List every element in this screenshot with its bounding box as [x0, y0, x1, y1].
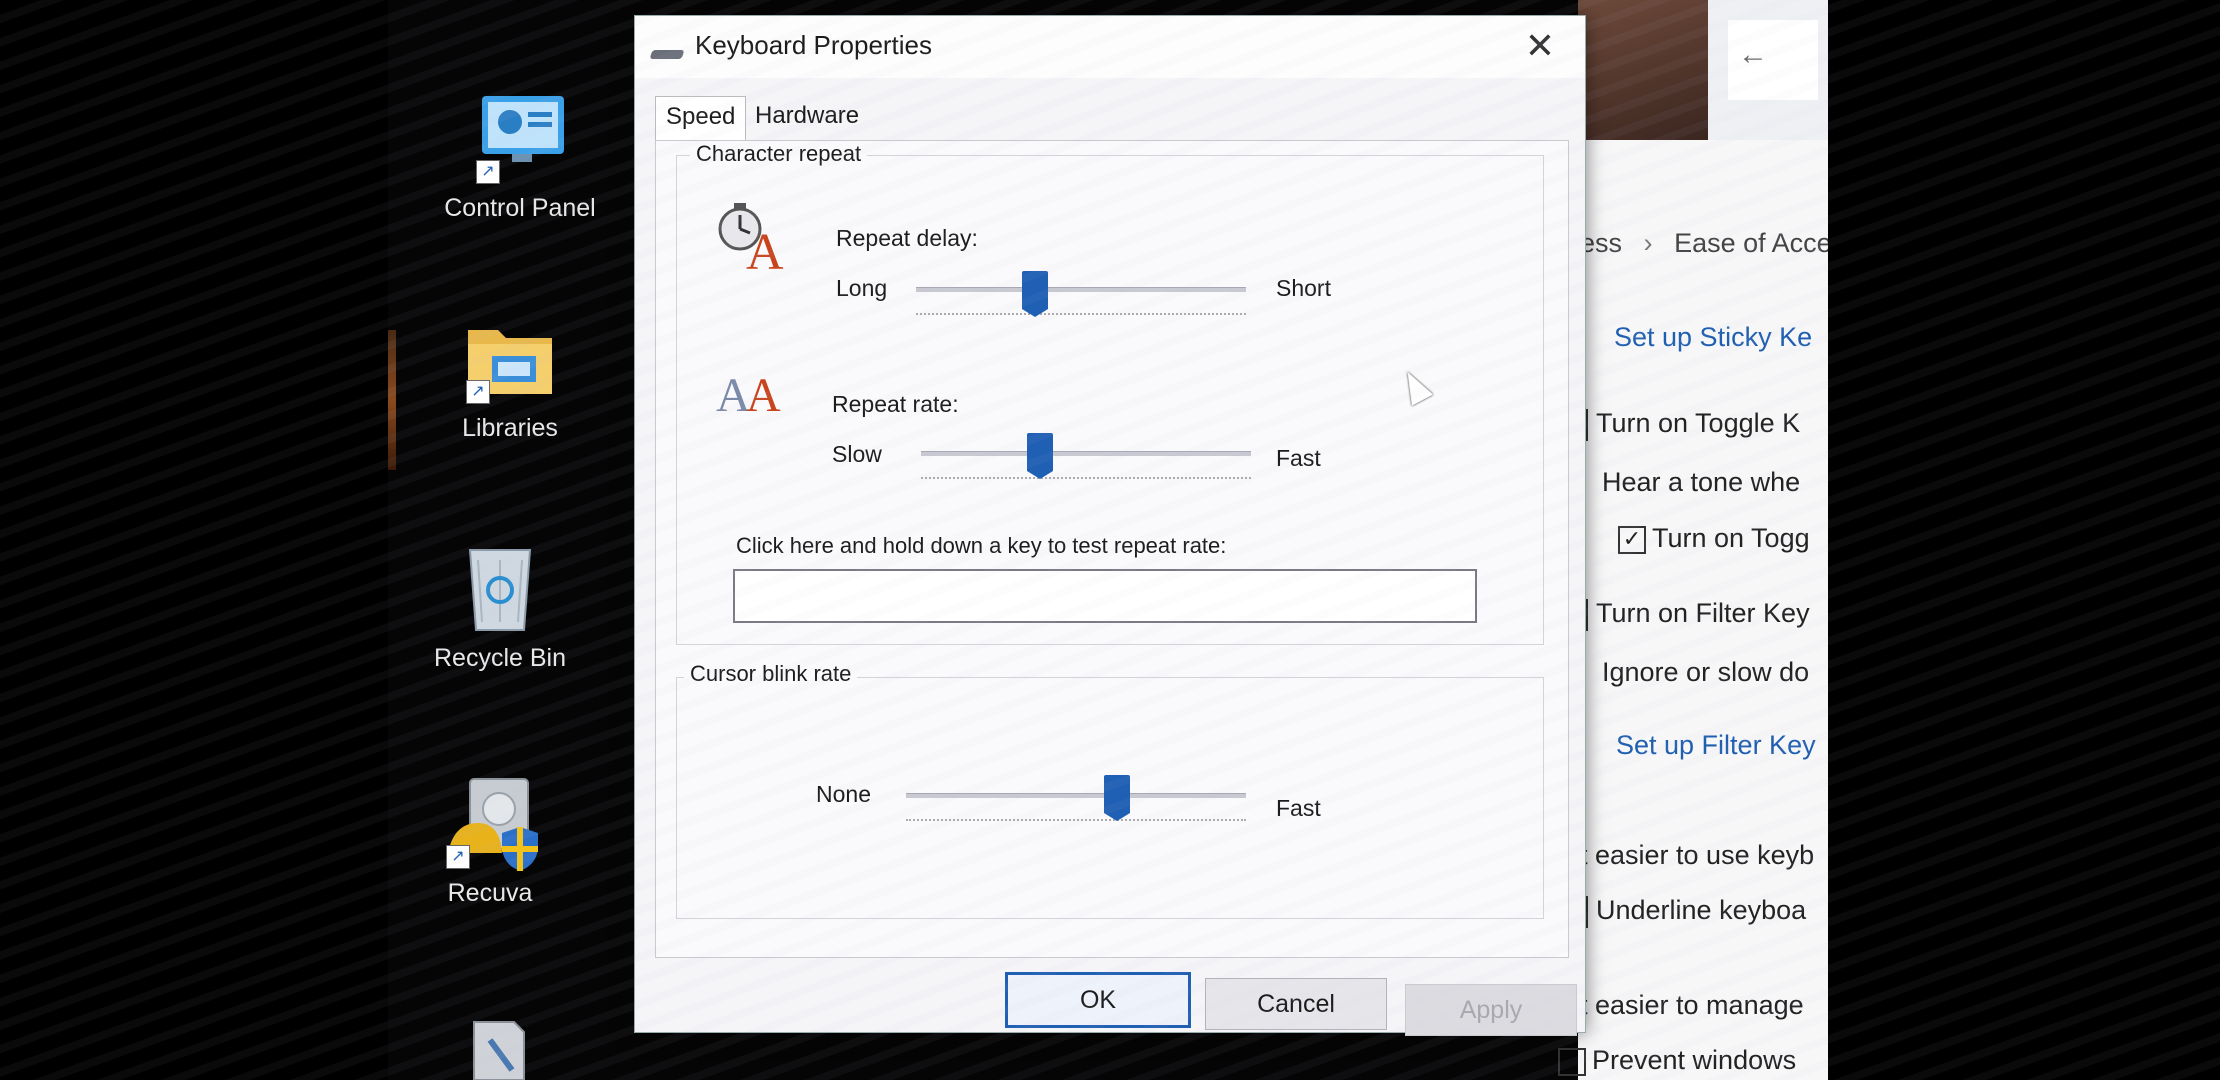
desktop-icon-label: Control Panel: [444, 194, 596, 222]
desktop-icon-recycle-bin[interactable]: Recycle Bin: [415, 540, 585, 673]
underline-option[interactable]: Underline keyboa: [1580, 895, 1806, 928]
keyboard-icon: [649, 50, 685, 59]
ignore-slow-text: Ignore or slow do: [1602, 657, 1810, 687]
tab-speed[interactable]: Speed: [655, 96, 747, 141]
repeat-rate-label: Repeat rate:: [832, 391, 959, 417]
breadcrumb-separator: ›: [1643, 228, 1653, 258]
repeat-rate-slider[interactable]: [921, 433, 1251, 493]
prevent-windows-option[interactable]: Prevent windows: [1558, 1045, 1796, 1076]
desktop-icon-label: Recycle Bin: [434, 644, 566, 672]
repeat-delay-max-label: Short: [1276, 275, 1331, 301]
toggle-keys-option[interactable]: Turn on Toggle K: [1580, 408, 1800, 441]
section-heading-manage: t easier to manage: [1580, 990, 1804, 1020]
prevent-windows-checkbox[interactable]: [1558, 1047, 1586, 1076]
account-photo: [1578, 0, 1708, 140]
slider-ticks: [916, 313, 1246, 323]
desktop-icon-control-panel[interactable]: ↗ Control Panel: [435, 90, 605, 223]
set-up-filter-keys-link[interactable]: Set up Filter Key: [1616, 730, 1816, 761]
back-arrow-icon: ←: [1738, 38, 1768, 71]
checkmark-icon[interactable]: ✓: [1618, 525, 1646, 554]
recycle-bin-icon: [452, 540, 548, 636]
breadcrumb: ess › Ease of Acce: [1580, 228, 1828, 259]
toggle-keys-sub-option[interactable]: ✓ Turn on Togg: [1618, 523, 1810, 554]
dialog-title: Keyboard Properties: [695, 30, 933, 60]
repeat-delay-icon: A: [716, 197, 796, 281]
screen: ↗ Control Panel ↗ Libraries Recycle Bin: [388, 0, 1828, 1080]
slider-track: [916, 287, 1246, 292]
toggle-keys-label: Turn on Toggle K: [1596, 408, 1801, 438]
toggle-keys-sub-label: Turn on Togg: [1652, 523, 1810, 553]
svg-text:A: A: [746, 224, 784, 277]
file-icon: [450, 1020, 546, 1080]
breadcrumb-parent[interactable]: ess: [1580, 228, 1622, 258]
desktop-icon-label: Recuva: [447, 879, 533, 907]
cursor-blink-label: Cursor blink rate: [684, 661, 858, 687]
cursor-blink-min-label: None: [816, 781, 871, 807]
desktop-icon-partial[interactable]: [413, 1020, 583, 1080]
prevent-windows-label: Prevent windows: [1592, 1045, 1797, 1075]
speed-tab-panel: Character repeat A Repeat delay: Long Sh…: [655, 140, 1569, 958]
cursor-blink-max-label: Fast: [1276, 795, 1321, 821]
wallpaper: [388, 330, 396, 470]
libraries-folder-icon: ↗: [462, 310, 558, 406]
test-repeat-input[interactable]: [733, 569, 1477, 623]
repeat-delay-slider[interactable]: [916, 271, 1246, 331]
cancel-button[interactable]: Cancel: [1205, 978, 1387, 1030]
desktop-icon-label: Libraries: [462, 414, 558, 442]
set-up-sticky-keys-link[interactable]: Set up Sticky Ke: [1614, 322, 1812, 353]
slider-track: [921, 451, 1251, 456]
apply-button[interactable]: Apply: [1405, 984, 1577, 1036]
shortcut-arrow-icon: ↗: [476, 160, 500, 184]
slider-thumb[interactable]: [1022, 271, 1048, 317]
slider-ticks: [906, 819, 1246, 829]
hear-tone-text: Hear a tone whe: [1602, 467, 1801, 497]
slider-ticks: [921, 477, 1251, 487]
back-button[interactable]: ←: [1728, 20, 1818, 100]
recuva-icon: ↗: [442, 775, 538, 871]
repeat-rate-max-label: Fast: [1276, 445, 1321, 471]
title-bar[interactable]: Keyboard Properties ✕: [635, 16, 1585, 78]
shortcut-arrow-icon: ↗: [446, 845, 470, 869]
repeat-rate-min-label: Slow: [832, 441, 882, 467]
repeat-delay-label: Repeat delay:: [836, 225, 978, 251]
filter-keys-option[interactable]: Turn on Filter Key: [1580, 598, 1810, 631]
breadcrumb-current: Ease of Acce: [1674, 228, 1828, 258]
filter-keys-label: Turn on Filter Key: [1596, 598, 1810, 628]
slider-thumb[interactable]: [1027, 433, 1053, 479]
slider-thumb[interactable]: [1104, 775, 1130, 821]
shortcut-arrow-icon: ↗: [466, 380, 490, 404]
section-heading-keyboard: t easier to use keyb: [1580, 840, 1815, 870]
ok-button[interactable]: OK: [1005, 972, 1191, 1028]
svg-text:A: A: [746, 369, 781, 421]
ease-of-access-settings-window: ← ess › Ease of Acce Set up Sticky Ke Tu…: [1558, 0, 1828, 1080]
close-button[interactable]: ✕: [1515, 24, 1565, 68]
underline-label: Underline keyboa: [1596, 895, 1807, 925]
desktop-icon-recuva[interactable]: ↗ Recuva: [405, 775, 575, 908]
keyboard-properties-dialog: Keyboard Properties ✕ Speed Hardware Cha…: [634, 15, 1586, 1036]
desktop-icon-libraries[interactable]: ↗ Libraries: [425, 310, 595, 443]
character-repeat-label: Character repeat: [690, 141, 868, 167]
slider-track: [906, 793, 1246, 798]
test-repeat-label: Click here and hold down a key to test r…: [736, 533, 1227, 558]
repeat-rate-icon: A A: [712, 361, 802, 422]
cursor-blink-slider[interactable]: [906, 775, 1246, 835]
repeat-delay-min-label: Long: [836, 275, 888, 301]
tab-hardware[interactable]: Hardware: [745, 96, 869, 136]
control-panel-icon: ↗: [472, 90, 568, 186]
